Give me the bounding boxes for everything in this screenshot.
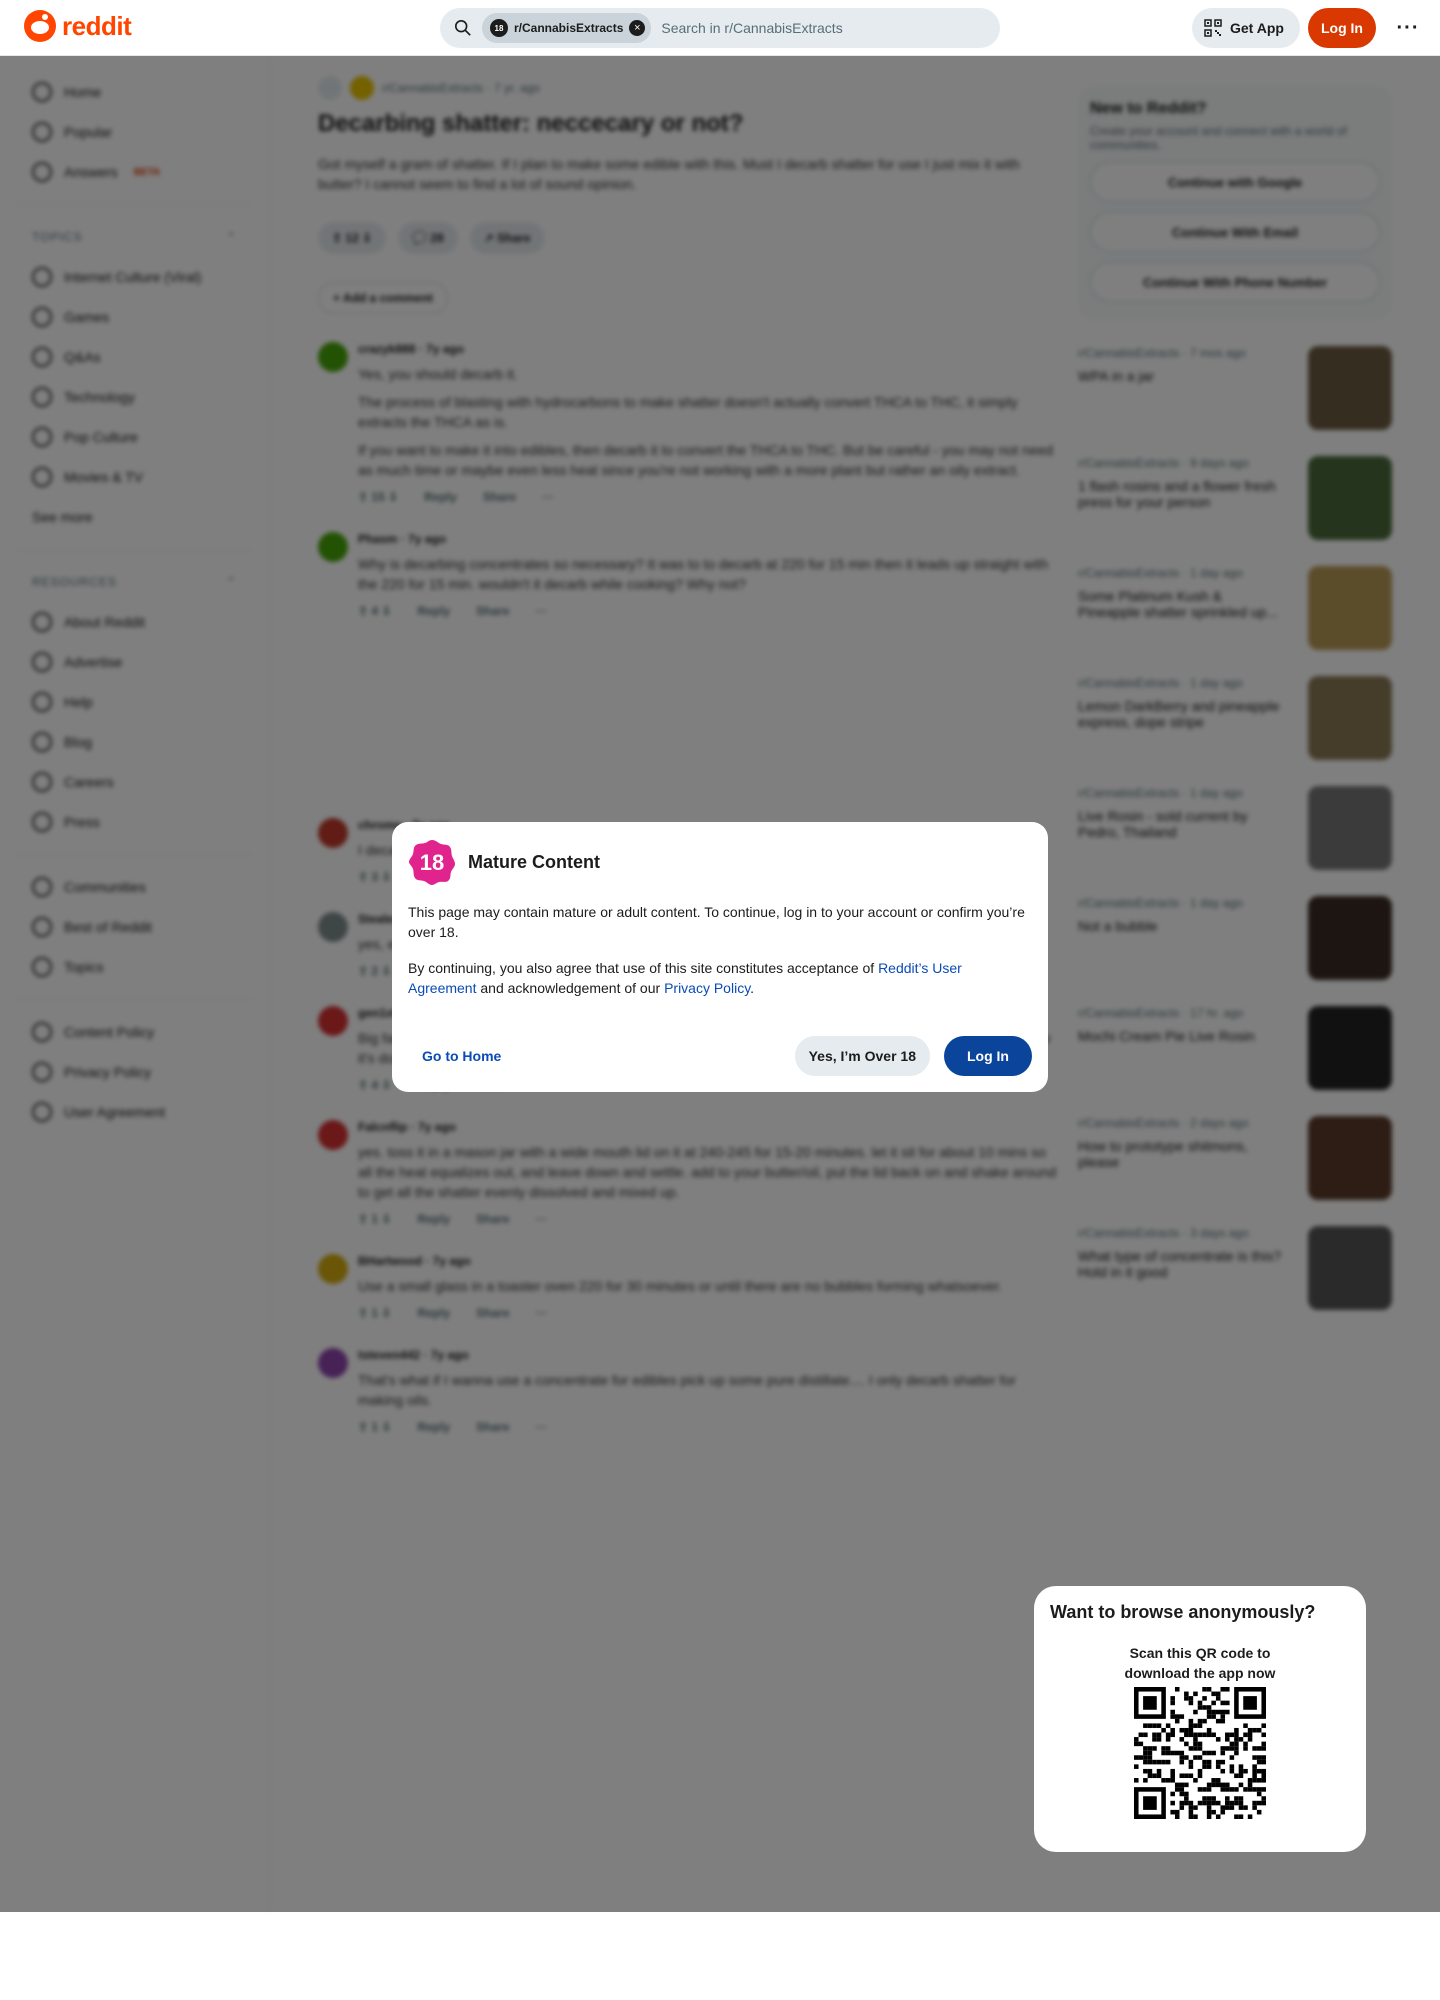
logo-text: reddit [62,10,132,41]
go-to-home-button[interactable]: Go to Home [408,1036,515,1076]
get-app-button[interactable]: Get App [1192,8,1300,48]
mature-content-modal: 18 Mature Content This page may contain … [392,822,1048,1092]
modal-legal-text: By continuing, you also agree that use o… [408,960,962,996]
browse-anonymously-card: Want to browse anonymously? Scan this QR… [1034,1586,1366,1852]
qr-card-title: Want to browse anonymously? [1050,1602,1316,1622]
search-icon [454,19,471,36]
modal-description: This page may contain mature or adult co… [408,904,1025,940]
more-options-icon[interactable]: ··· [1388,8,1428,48]
modal-title: Mature Content [468,851,600,872]
get-app-label: Get App [1230,20,1284,36]
close-icon[interactable]: × [629,20,646,36]
subreddit-search-chip[interactable]: 18 r/CannabisExtracts × [482,13,652,43]
modal-login-button[interactable]: Log In [944,1036,1032,1076]
qr-code-image [1134,1687,1266,1819]
subreddit-avatar: 18 [490,19,508,37]
badge-18-text: 18 [420,850,444,875]
qr-code-icon [1204,19,1222,37]
top-header: reddit 18 r/CannabisExtracts × Get App L… [0,0,1440,56]
qr-card-subtitle: Scan this QR code to download the app no… [1124,1645,1276,1681]
reddit-logo[interactable]: reddit [24,10,132,42]
reddit-snoo-icon [24,10,56,42]
privacy-policy-link[interactable]: Privacy Policy [664,980,750,996]
subreddit-chip-label: r/CannabisExtracts [514,21,624,35]
confirm-over-18-button[interactable]: Yes, I’m Over 18 [794,1036,930,1076]
search-input[interactable] [661,20,1000,36]
login-button[interactable]: Log In [1308,8,1376,48]
nsfw-18-badge-icon: 18 [409,840,455,885]
search-bar[interactable]: 18 r/CannabisExtracts × [440,8,1000,48]
